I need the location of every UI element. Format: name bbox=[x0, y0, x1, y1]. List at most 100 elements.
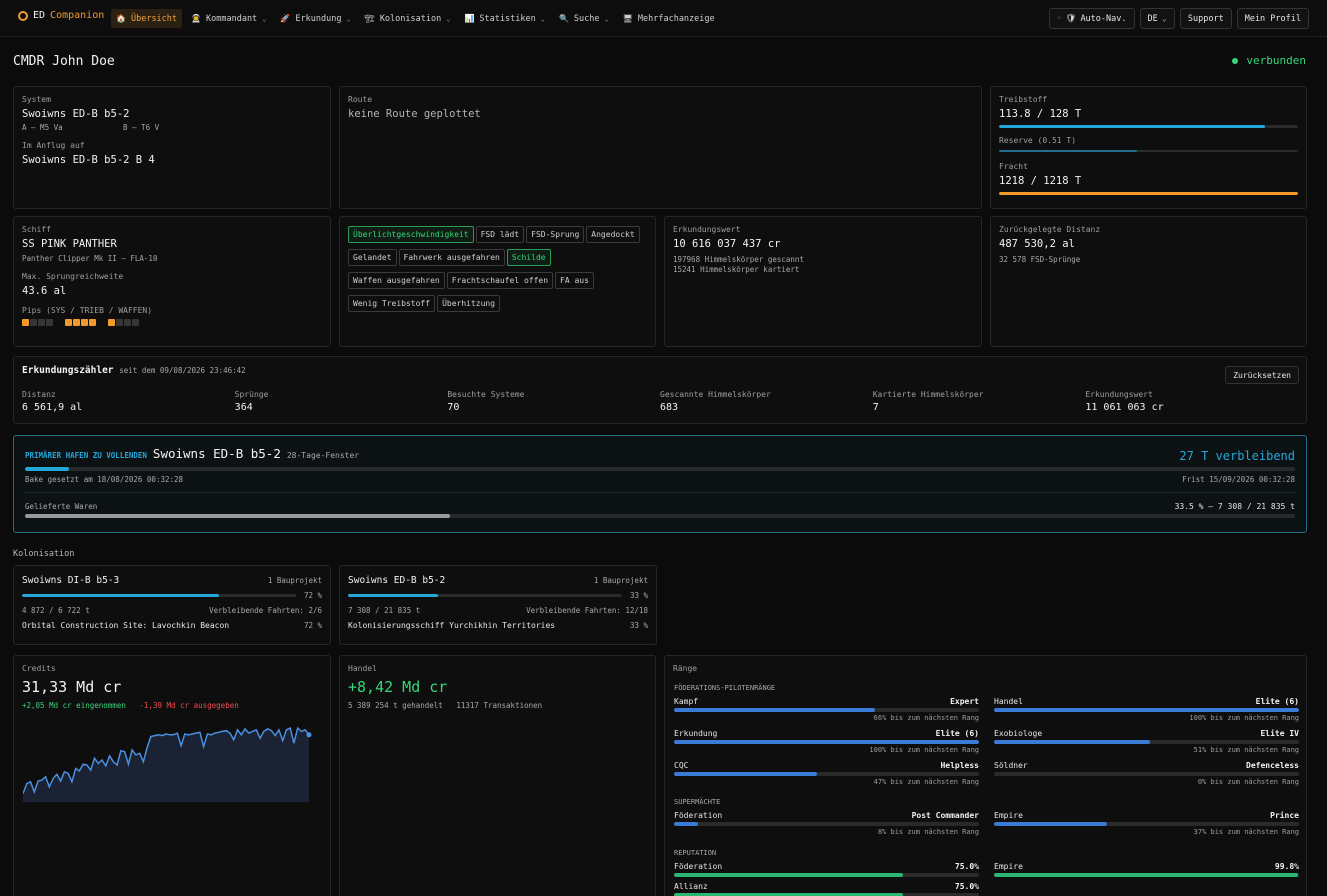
rank-bar-fill bbox=[994, 708, 1299, 712]
system-name: Swoiwns ED-B b5-2 bbox=[22, 108, 130, 120]
port-dates: Bake gesetzt am 18/08/2026 00:32:28 Fris… bbox=[25, 475, 1295, 484]
rank-value: Elite (6) bbox=[1255, 697, 1299, 706]
support-button[interactable]: Support bbox=[1179, 8, 1232, 29]
rank-bar bbox=[674, 708, 979, 712]
ship-type: Panther Clipper Mk II – FLA-10 bbox=[22, 254, 158, 263]
colony-card[interactable]: Swoiwns DI-B b5-3 1 Bauprojekt 72 % 4 872 /… bbox=[13, 565, 331, 645]
rank-name: Allianz bbox=[674, 882, 708, 891]
rank-bar bbox=[674, 822, 979, 826]
reserve-label: Reserve (0.51 T) bbox=[999, 136, 1077, 145]
credits-earned: +2,05 Md cr eingenommen bbox=[22, 701, 126, 710]
ranks-title: Ränge bbox=[673, 664, 698, 673]
auto-nav-toggle[interactable]: ◦ 🛡 Auto-Nav. bbox=[1048, 8, 1135, 29]
app-logo[interactable]: ED Companion bbox=[18, 10, 104, 21]
rank-bar bbox=[994, 873, 1299, 877]
colony-progress: 33 % bbox=[348, 591, 648, 600]
trade-transactions: 11317 Transaktionen bbox=[456, 701, 543, 710]
deadline-date: Frist 15/09/2026 00:32:28 bbox=[1182, 475, 1295, 484]
rank-value: Expert bbox=[950, 697, 979, 706]
ranks-section-title: FÖDERATIONS-PILOTENRÄNGE bbox=[674, 684, 776, 692]
logo-ring-icon bbox=[18, 10, 28, 21]
rank-row: Erkundung Elite (6) bbox=[674, 729, 979, 738]
pip bbox=[65, 319, 72, 326]
pip bbox=[89, 319, 96, 326]
colony-bar-fill bbox=[348, 594, 439, 597]
status-flag: Frachtschaufel offen bbox=[446, 272, 554, 289]
colony-site: Kolonisierungsschiff Yurchikhin Territor… bbox=[348, 621, 648, 630]
language-select[interactable]: DE ⌄ bbox=[1139, 8, 1175, 29]
commander-name: CMDR John Doe bbox=[13, 54, 115, 69]
colony-site-name: Orbital Construction Site: Lavochkin Bea… bbox=[22, 621, 230, 630]
brand-accent: Companion bbox=[50, 10, 105, 21]
rank-entry: Kampf Expert 66% bis zum nächsten Rang bbox=[674, 697, 979, 722]
status-flag: FA aus bbox=[555, 272, 594, 289]
port-header: PRIMÄRER HAFEN ZU VOLLENDEN Swoiwns ED-B… bbox=[25, 446, 1295, 461]
nav-item-0[interactable]: 🏠 Übersicht bbox=[111, 9, 183, 28]
status-flag: Schilde bbox=[506, 249, 551, 266]
route-value: keine Route geplottet bbox=[348, 108, 481, 120]
status-flag: Gelandet bbox=[348, 249, 397, 266]
status-flag: Angedockt bbox=[586, 226, 640, 243]
colony-card[interactable]: Swoiwns ED-B b5-2 1 Bauprojekt 33 % 7 308 /… bbox=[339, 565, 657, 645]
nav-icon: 🏠 bbox=[116, 14, 126, 23]
rank-bar-fill bbox=[674, 740, 979, 744]
rank-note: 8% bis zum nächsten Rang bbox=[877, 828, 979, 836]
rank-entry: Empire Prince 37% bis zum nächsten Rang bbox=[994, 811, 1299, 836]
status-flags-card: Überlichtgeschwindigkeit FSD lädt FSD-Spru… bbox=[339, 216, 656, 347]
rank-name: Erkundung bbox=[674, 729, 718, 738]
nav-item-1[interactable]: 👨‍🚀 Kommandant ⌄ bbox=[186, 9, 271, 28]
nav-icon: 🔍 bbox=[558, 14, 569, 23]
toggle-dot-icon: ◦ bbox=[1056, 13, 1062, 24]
pip bbox=[81, 319, 88, 326]
rank-name: Föderation bbox=[674, 862, 723, 871]
colony-trips: Verbleibende Fahrten: 12/18 bbox=[526, 606, 648, 615]
rank-note: 66% bis zum nächsten Rang bbox=[873, 714, 979, 722]
ship-label: Schiff bbox=[22, 225, 51, 234]
colony-projects: 1 Bauprojekt bbox=[593, 576, 648, 585]
colony-name: Swoiwns ED-B b5-2 bbox=[348, 575, 446, 586]
colony-tons: 4 872 / 6 722 t bbox=[22, 606, 90, 615]
nav-item-3[interactable]: 🏗 Kolonisation ⌄ bbox=[360, 9, 456, 28]
nav-icon: 🏗 bbox=[364, 14, 375, 23]
rank-bar-fill bbox=[674, 708, 876, 712]
counter-stat: Distanz 6 561,9 al bbox=[22, 390, 235, 413]
ranks-section-title: REPUTATION bbox=[674, 849, 717, 857]
reset-button[interactable]: Zurücksetzen bbox=[1225, 366, 1299, 384]
distance-label: Zurückgelegte Distanz bbox=[999, 225, 1101, 234]
pip bbox=[132, 319, 139, 326]
rank-note: 100% bis zum nächsten Rang bbox=[1189, 714, 1299, 722]
star-a: A – M5 Va bbox=[22, 123, 63, 132]
jump-range-value: 43.6 al bbox=[22, 285, 67, 297]
rank-name: Föderation bbox=[674, 811, 723, 820]
trade-stats: 5 389 254 t gehandelt 11317 Transaktione… bbox=[348, 701, 647, 710]
nav-item-6[interactable]: 🖥 Mehrfachanzeige bbox=[618, 9, 720, 28]
rank-name: Söldner bbox=[994, 761, 1028, 770]
nav-item-4[interactable]: 📊 Statistiken ⌄ bbox=[459, 9, 549, 28]
counter-stat: Erkundungswert 11 061 063 cr bbox=[1085, 390, 1298, 413]
exploration-value-card: Erkundungswert 10 616 037 437 cr 197968 … bbox=[664, 216, 982, 347]
rank-note: 47% bis zum nächsten Rang bbox=[873, 778, 979, 786]
fuel-bar-fill bbox=[999, 125, 1265, 128]
chevron-down-icon: ⌄ bbox=[346, 14, 351, 23]
counter-stat: Gescannte Himmelskörper 683 bbox=[660, 390, 873, 413]
colony-pct: 72 % bbox=[303, 591, 322, 600]
rank-bar bbox=[994, 708, 1299, 712]
chevron-down-icon: ⌄ bbox=[604, 14, 609, 23]
port-kicker: PRIMÄRER HAFEN ZU VOLLENDEN bbox=[25, 451, 147, 460]
nav-item-2[interactable]: 🚀 Erkundung ⌄ bbox=[275, 9, 355, 28]
nav-item-5[interactable]: 🔍 Suche ⌄ bbox=[554, 9, 614, 28]
rank-bar-fill bbox=[994, 740, 1150, 744]
fuel-card: Treibstoff 113.8 / 128 T Reserve (0.51 T… bbox=[990, 86, 1307, 209]
counter-since: seit dem 09/08/2026 23:46:42 bbox=[119, 366, 246, 375]
colony-bar bbox=[348, 594, 622, 597]
rank-name: CQC bbox=[674, 761, 689, 770]
fuel-label: Treibstoff bbox=[999, 95, 1048, 104]
colony-projects: 1 Bauprojekt bbox=[267, 576, 322, 585]
distance-value: 487 530,2 al bbox=[999, 238, 1075, 250]
profile-button[interactable]: Mein Profil bbox=[1236, 8, 1309, 29]
status-flag: Fahrwerk ausgefahren bbox=[398, 249, 505, 266]
status-flag: FSD lädt bbox=[475, 226, 525, 243]
ship-name: SS PINK PANTHER bbox=[22, 238, 117, 250]
pip bbox=[30, 319, 37, 326]
rank-bar bbox=[674, 740, 979, 744]
